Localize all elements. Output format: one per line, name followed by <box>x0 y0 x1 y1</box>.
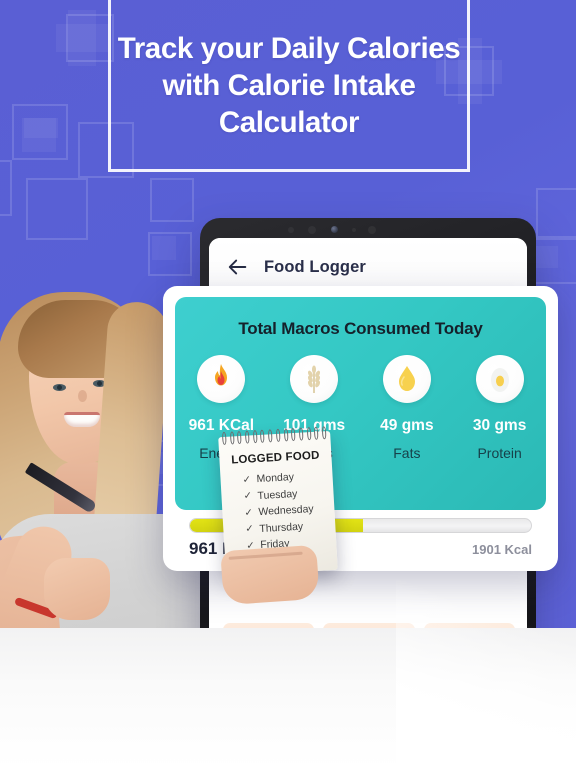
hand <box>44 558 110 620</box>
macro-protein[interactable]: 30 gms Protein <box>453 355 546 461</box>
sensor-dot-3 <box>352 228 356 232</box>
wheat-icon <box>308 365 321 393</box>
sensor-dot-4 <box>368 226 376 234</box>
macro-carbs-icon-wrap <box>290 355 339 403</box>
egg-icon <box>490 368 509 392</box>
mouth <box>64 412 100 427</box>
promo-screenshot: Track your Daily Calories with Calorie I… <box>0 0 576 768</box>
check-icon: ✓ <box>244 507 254 519</box>
hand-holding-notepad <box>220 544 320 606</box>
macro-protein-value: 30 gms <box>472 417 527 434</box>
sensor-dot-2 <box>308 226 316 234</box>
macro-fats-value: 49 gms <box>380 417 434 434</box>
macro-card-title: Total Macros Consumed Today <box>238 319 483 338</box>
headline-line-3: Calculator <box>218 106 360 140</box>
flame-icon <box>215 364 228 386</box>
front-camera-icon <box>331 226 338 233</box>
macro-protein-label: Protein <box>477 445 522 461</box>
macro-fats[interactable]: 49 gms Fats <box>361 355 454 461</box>
macro-fats-label: Fats <box>393 445 421 461</box>
arrow-left-icon[interactable] <box>227 256 249 278</box>
macro-fats-icon-wrap <box>382 355 431 403</box>
check-icon: ✓ <box>245 523 255 536</box>
oil-drop-icon <box>398 366 415 391</box>
macro-protein-icon-wrap <box>475 355 524 403</box>
macros-floating-card: Total Macros Consumed Today 961 KCal Ene… <box>163 286 558 571</box>
sensor-dot-1 <box>288 227 294 233</box>
notepad-day-label: Monday <box>256 471 295 486</box>
headline-line-1: Track your Daily Calories <box>117 32 461 65</box>
app-bar-title: Food Logger <box>264 257 366 276</box>
notepad-day-label: Thursday <box>259 520 304 535</box>
right-white-fade <box>396 560 576 768</box>
calories-target-label: 1901 Kcal <box>472 542 532 557</box>
macro-energy-icon-wrap <box>197 355 246 403</box>
nose <box>78 390 87 402</box>
headline-line-2: with Calorie Intake <box>162 69 416 103</box>
notepad-day-label: Tuesday <box>257 487 298 502</box>
eye-left <box>53 384 66 391</box>
check-icon: ✓ <box>242 474 252 486</box>
check-icon: ✓ <box>243 490 253 503</box>
page-title: Track your Daily Calories with Calorie I… <box>104 30 474 141</box>
notepad-day-label: Wednesday <box>258 503 314 519</box>
